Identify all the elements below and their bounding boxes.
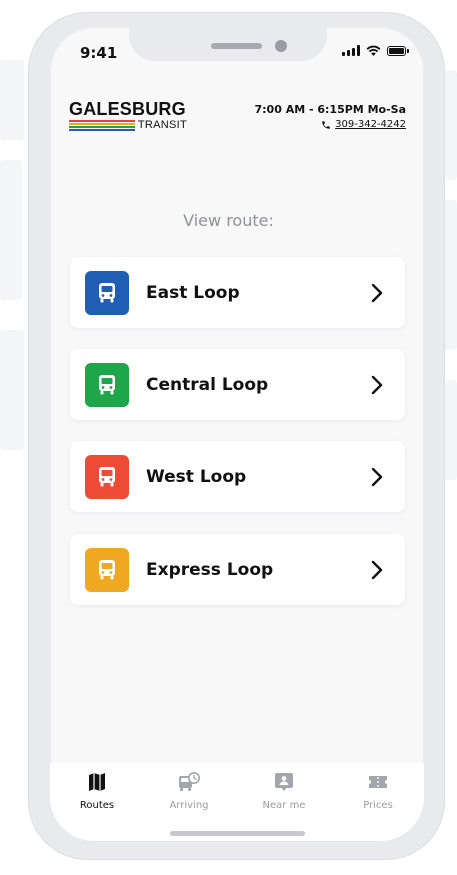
route-card-west-loop[interactable]: West Loop	[70, 441, 405, 512]
status-time: 9:41	[80, 44, 118, 62]
home-indicator[interactable]	[170, 831, 305, 836]
route-badge	[85, 454, 129, 499]
phone-link[interactable]: 309-342-4242	[321, 119, 406, 130]
route-badge	[85, 270, 129, 315]
galesburg-transit-logo: GALESBURG TRANSIT	[69, 99, 187, 131]
route-badge	[85, 547, 129, 592]
logo-stripes	[69, 119, 135, 131]
service-hours: 7:00 AM - 6:15PM Mo-Sa	[254, 103, 407, 116]
bus-clock-icon	[179, 772, 200, 791]
tab-label: Near me	[262, 800, 306, 811]
chevron-right-icon	[371, 560, 383, 579]
chevron-right-icon	[371, 375, 383, 394]
map-icon	[89, 773, 105, 791]
chevron-right-icon	[371, 467, 383, 486]
route-label: West Loop	[146, 466, 247, 487]
logo-sub-text: TRANSIT	[137, 119, 187, 131]
status-icons	[342, 45, 409, 56]
ticket-icon	[369, 776, 387, 788]
tab-arriving[interactable]: Arriving	[154, 772, 224, 811]
route-badge	[85, 362, 129, 407]
logo-main-text: GALESBURG	[69, 99, 186, 119]
bus-icon	[99, 559, 115, 579]
view-route-prompt: View route:	[183, 211, 274, 230]
tab-label: Routes	[79, 800, 115, 811]
route-card-east-loop[interactable]: East Loop	[70, 257, 405, 328]
tab-prices[interactable]: Prices	[343, 772, 413, 811]
route-card-express-loop[interactable]: Express Loop	[70, 534, 405, 605]
bus-icon	[99, 466, 115, 486]
tab-routes[interactable]: Routes	[62, 772, 132, 811]
phone-screen	[50, 27, 424, 841]
tab-label: Arriving	[169, 800, 209, 811]
speaker-grille	[211, 43, 262, 49]
tab-label: Prices	[363, 800, 393, 811]
chevron-right-icon	[371, 283, 383, 302]
phone-number: 309-342-4242	[335, 119, 406, 130]
cellular-signal-icon	[342, 45, 360, 56]
route-label: Central Loop	[146, 374, 269, 395]
location-pin-icon	[275, 773, 293, 791]
phone-icon	[322, 120, 330, 129]
battery-icon	[387, 45, 409, 56]
bus-icon	[99, 282, 115, 302]
route-label: Express Loop	[146, 559, 274, 580]
wifi-icon	[366, 45, 381, 56]
tab-near-me[interactable]: Near me	[249, 772, 319, 811]
route-card-central-loop[interactable]: Central Loop	[70, 349, 405, 420]
route-label: East Loop	[146, 282, 240, 303]
bus-icon	[99, 374, 115, 394]
front-camera	[275, 40, 287, 52]
